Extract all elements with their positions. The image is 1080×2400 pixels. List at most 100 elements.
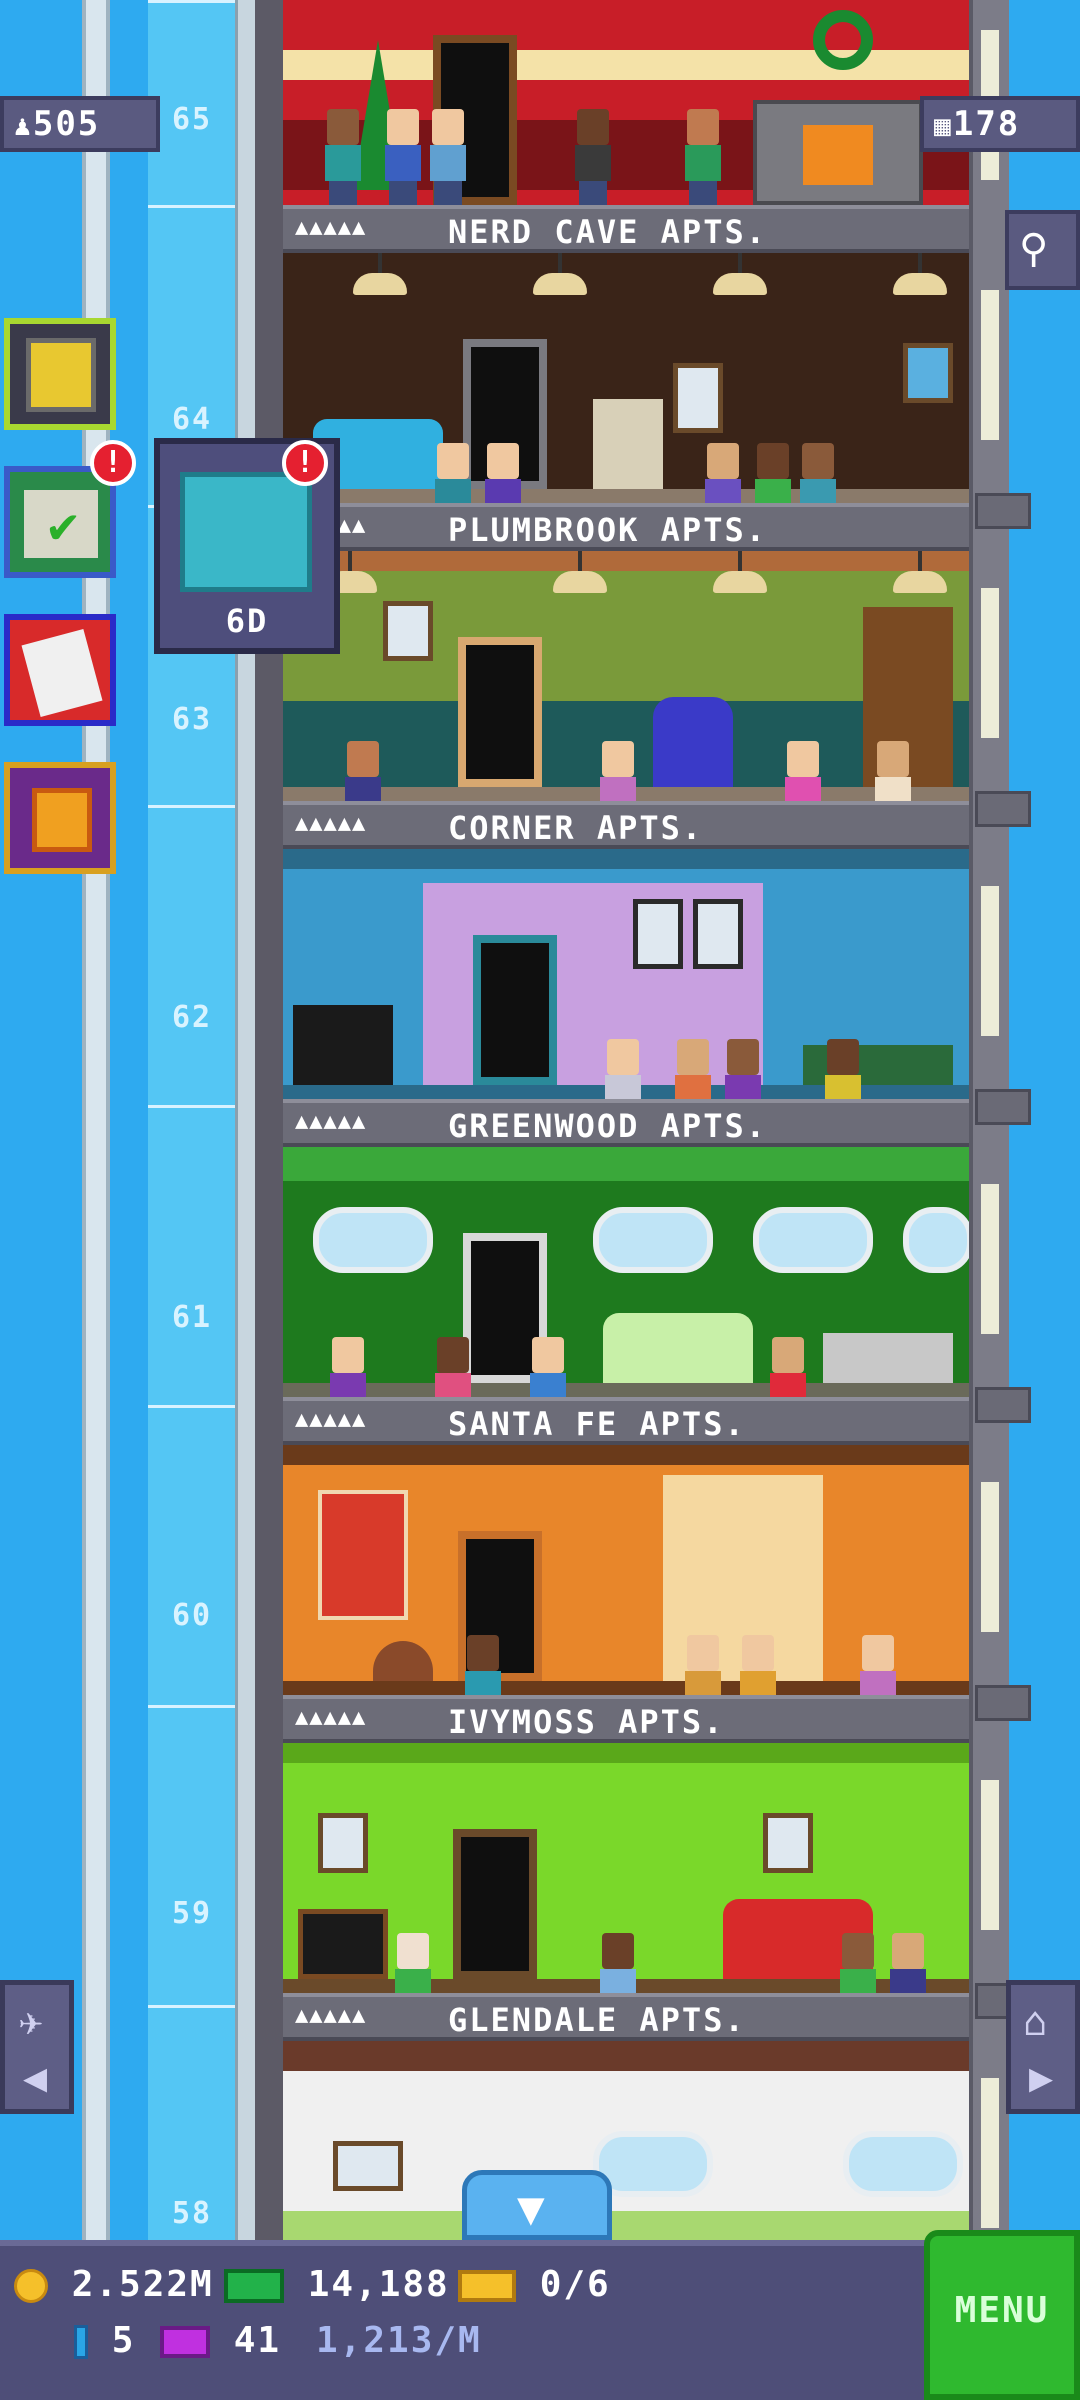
tenant[interactable] <box>428 109 468 205</box>
vip-value: 41 <box>233 2320 282 2361</box>
floor-rating: ▲▲▲▲▲ <box>295 215 367 240</box>
ceiling-lamp <box>893 253 947 295</box>
bux-display[interactable]: 14,188 <box>224 2264 450 2305</box>
room-background <box>283 1147 969 1397</box>
armchair <box>653 697 733 787</box>
rail-connector <box>975 791 1031 827</box>
floor-name: CORNER APTS. <box>448 809 704 847</box>
plane-icon: ✈ <box>19 1999 44 2045</box>
ceiling <box>283 1147 969 1181</box>
coins-display[interactable]: 2.522M <box>14 2264 214 2305</box>
floor-name: NERD CAVE APTS. <box>448 213 767 251</box>
roof-nav-button[interactable]: ⌂ ▶ <box>1006 1980 1080 2114</box>
ceiling-lamp <box>713 253 767 295</box>
tenant[interactable] <box>383 109 423 205</box>
floor-surface <box>283 489 969 503</box>
door <box>453 1829 537 1979</box>
rail-light <box>981 1482 999 1632</box>
floor-counter[interactable]: ▦178 <box>920 96 1080 152</box>
wreath <box>813 10 873 70</box>
computer-desk <box>823 1333 953 1383</box>
shaft-segment <box>148 1405 236 1705</box>
search-button[interactable]: ⚲ <box>1005 210 1080 290</box>
door <box>473 935 557 1085</box>
rail-connector <box>975 493 1031 529</box>
ticket-icon <box>458 2270 516 2302</box>
ceiling-lamp <box>533 253 587 295</box>
population-counter[interactable]: ♟505 <box>0 96 160 152</box>
key-icon <box>74 2325 88 2359</box>
vip-display[interactable]: 41 <box>160 2320 281 2361</box>
floor-rating: ▲▲▲▲▲ <box>295 2003 367 2028</box>
ceiling <box>283 2041 969 2071</box>
bux-icon <box>224 2269 284 2303</box>
elevator-shaft[interactable]: 65 64 63 62 61 60 59 58 <box>148 0 236 2240</box>
floor-name: GLENDALE APTS. <box>448 2001 746 2039</box>
mission-timer-value: 6D <box>225 602 269 640</box>
missions-button[interactable]: ✔ <box>4 466 116 578</box>
tenant[interactable] <box>323 109 363 205</box>
mission-icon <box>180 472 312 592</box>
couch <box>603 1313 753 1383</box>
floor-number: 61 <box>171 1300 213 1335</box>
floor-label[interactable]: ▲▲▲▲▲ GLENDALE APTS. <box>283 1993 969 2041</box>
arrow-right-icon: ▶ <box>1029 2055 1054 2101</box>
floor-name: GREENWOOD APTS. <box>448 1107 767 1145</box>
rail-light <box>981 1780 999 1930</box>
poster <box>903 343 953 403</box>
tenant[interactable] <box>573 109 613 205</box>
window <box>753 1207 873 1273</box>
calendar-button[interactable] <box>4 614 116 726</box>
tower: ▲▲▲▲▲ NERD CAVE APTS. ▲▲▲▲▲ PLUMBROOK AP… <box>283 0 969 2240</box>
tv-cabinet <box>593 399 663 489</box>
wall-stripe <box>283 2211 969 2240</box>
floor-label[interactable]: ▲▲▲▲▲ IVYMOSS APTS. <box>283 1695 969 1743</box>
floor-58[interactable] <box>283 2041 969 2240</box>
floor-65[interactable] <box>283 0 969 205</box>
income-display: 1,213/M <box>316 2320 482 2361</box>
tickets-display[interactable]: 0/6 <box>458 2264 611 2305</box>
shaft-segment <box>148 1705 236 2005</box>
floor-rating: ▲▲▲▲▲ <box>295 1705 367 1730</box>
chevron-down-icon: ▼ <box>517 2181 545 2235</box>
rug-tapestry <box>318 1490 408 1620</box>
checkmark-icon: ✔ <box>48 496 79 554</box>
shaft-segment <box>148 1105 236 1405</box>
notification-badge: ! <box>90 440 136 486</box>
rail-light <box>981 886 999 1036</box>
floor-label[interactable]: ▲▲▲▲▲ CORNER APTS. <box>283 801 969 849</box>
floor-label[interactable]: ▲▲▲▲▲ SANTA FE APTS. <box>283 1397 969 1445</box>
scroll-down-button[interactable]: ▼ <box>462 2170 612 2240</box>
building-icon: ▦ <box>934 109 953 142</box>
coin-icon <box>14 2269 48 2303</box>
room-background <box>283 253 969 503</box>
building-icon <box>26 338 96 412</box>
rail-light <box>981 2078 999 2228</box>
notification-badge: ! <box>282 440 328 486</box>
floor-label[interactable]: ▲▲▲▲▲ GREENWOOD APTS. <box>283 1099 969 1147</box>
ceiling <box>283 551 969 571</box>
shaft-segment <box>148 805 236 1105</box>
keys-display[interactable]: 5 <box>74 2320 135 2361</box>
lobby-nav-button[interactable]: ✈ ◀ <box>0 1980 74 2114</box>
picture-frame <box>318 1813 368 1873</box>
floor-label[interactable]: ▲▲▲▲▲ NERD CAVE APTS. <box>283 205 969 253</box>
ceiling-lamp <box>893 551 947 593</box>
window <box>903 1207 969 1273</box>
tenant[interactable] <box>683 109 723 205</box>
tv-stand <box>293 1005 393 1085</box>
ceiling <box>283 849 969 869</box>
build-floor-button[interactable] <box>4 318 116 430</box>
rail-connector <box>975 1685 1031 1721</box>
menu-button[interactable]: MENU <box>924 2230 1080 2400</box>
gift-button[interactable] <box>4 762 116 874</box>
picture-frame <box>383 601 433 661</box>
bux-value: 14,188 <box>307 2264 450 2305</box>
keys-value: 5 <box>111 2320 136 2361</box>
floor-label[interactable]: ▲▲▲▲▲ PLUMBROOK APTS. <box>283 503 969 551</box>
picture-frame <box>333 2141 403 2191</box>
floor-rating: ▲▲▲▲▲ <box>295 811 367 836</box>
coins-value: 2.522M <box>71 2264 214 2305</box>
floor-name: PLUMBROOK APTS. <box>448 511 767 549</box>
rail-light <box>981 290 999 440</box>
